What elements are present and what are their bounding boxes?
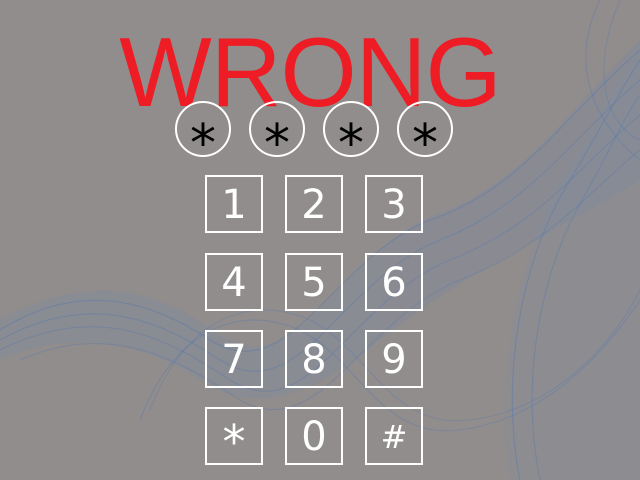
key-4[interactable]: 4 <box>205 253 263 311</box>
wrong-pin-message: WRONG <box>119 17 502 127</box>
key-8[interactable]: 8 <box>285 330 343 388</box>
key-star[interactable]: * <box>205 407 263 469</box>
key-0[interactable]: 0 <box>285 407 343 465</box>
key-1[interactable]: 1 <box>205 175 263 233</box>
pin-slot-3: * <box>323 101 379 157</box>
key-6[interactable]: 6 <box>365 253 423 311</box>
pin-slot-2: * <box>249 101 305 157</box>
key-9[interactable]: 9 <box>365 330 423 388</box>
key-2[interactable]: 2 <box>285 175 343 233</box>
pin-slot-4: * <box>397 101 453 157</box>
key-3[interactable]: 3 <box>365 175 423 233</box>
key-7[interactable]: 7 <box>205 330 263 388</box>
key-hash[interactable]: # <box>365 407 423 465</box>
pin-slot-1: * <box>175 101 231 157</box>
key-5[interactable]: 5 <box>285 253 343 311</box>
